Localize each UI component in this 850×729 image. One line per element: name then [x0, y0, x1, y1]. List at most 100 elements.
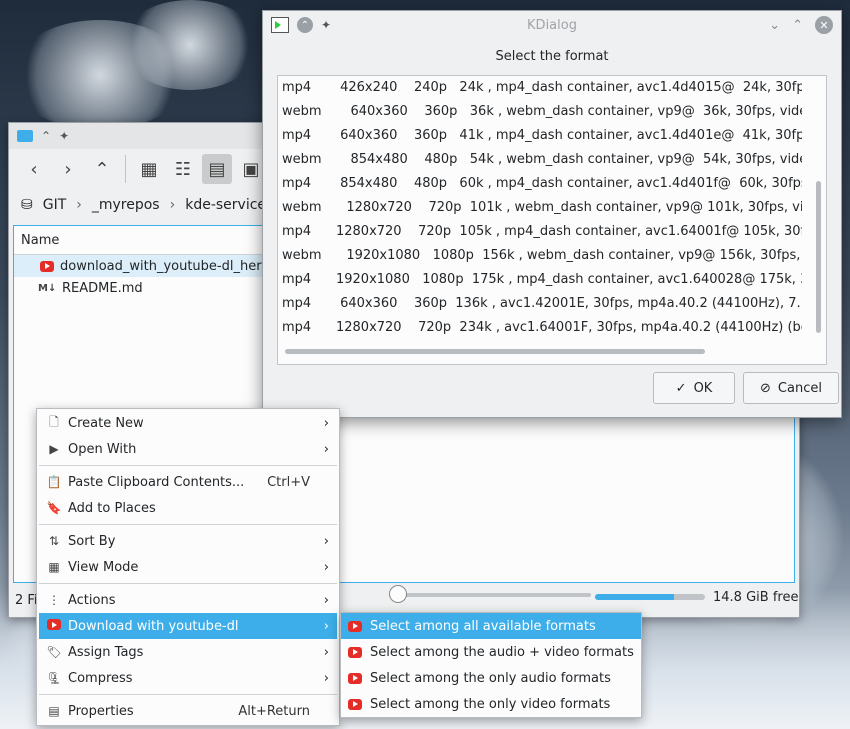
keep-above-icon[interactable]: ⌃: [41, 129, 51, 143]
context-menu: 🗋 Create New › ▶ Open With › 📋 Paste Cli…: [36, 408, 340, 726]
format-row[interactable]: webm 640x360 360p 36k , webm_dash contai…: [278, 100, 802, 124]
background-snow-tree: [120, 0, 260, 90]
up-icon[interactable]: ⌃: [87, 154, 117, 184]
menu-item-compress[interactable]: 🗜 Compress ›: [39, 665, 337, 691]
dialog-prompt: Select the format: [495, 49, 609, 64]
menu-item-properties[interactable]: ▤ Properties Alt+Return: [39, 698, 337, 724]
menu-item-label: Sort By: [68, 533, 116, 549]
submenu-item-label: Select among the only video formats: [370, 696, 611, 712]
menu-item-view-mode[interactable]: ▦ View Mode ›: [39, 554, 337, 580]
format-dialog: ⌃ ✦ KDialog ⌄ ⌃ ✕ Select the format mp4 …: [262, 10, 842, 418]
menu-item-paste[interactable]: 📋 Paste Clipboard Contents... Ctrl+V: [39, 469, 337, 495]
chevron-right-icon: ›: [323, 670, 329, 686]
format-row[interactable]: mp4 426x240 240p 24k , mp4_dash containe…: [278, 76, 802, 100]
menu-item-label: Assign Tags: [68, 644, 144, 660]
archive-icon: 🗜: [46, 671, 62, 685]
format-row[interactable]: mp4 1280x720 720p 105k , mp4_dash contai…: [278, 220, 802, 244]
menu-item-shortcut: Alt+Return: [238, 703, 310, 719]
menu-item-shortcut: Ctrl+V: [267, 474, 310, 490]
youtube-icon: [47, 619, 61, 630]
maximize-icon[interactable]: ⌃: [792, 18, 803, 33]
properties-icon: ▤: [48, 704, 60, 718]
free-space-text: 14.8 GiB free: [713, 590, 799, 605]
free-space-fill: [595, 594, 675, 600]
format-row[interactable]: webm 1920x1080 1080p 156k , webm_dash co…: [278, 244, 802, 268]
toolbar-separator: [125, 155, 126, 183]
menu-item-label: View Mode: [68, 559, 139, 575]
zoom-slider-handle[interactable]: [389, 585, 407, 603]
menu-separator: [39, 524, 337, 525]
breadcrumb-item[interactable]: _myrepos: [92, 197, 160, 213]
menu-item-label: Add to Places: [68, 500, 156, 516]
format-row[interactable]: mp4 1280x720 720p 234k , avc1.64001F, 30…: [278, 316, 802, 340]
format-row[interactable]: mp4 1920x1080 1080p 175k , mp4_dash cont…: [278, 268, 802, 292]
pin-icon[interactable]: ✦: [59, 129, 69, 143]
horizontal-scrollbar[interactable]: [285, 349, 705, 354]
more-vertical-icon: ⋮: [48, 593, 60, 607]
menu-item-download-youtube-dl[interactable]: Download with youtube-dl ›: [39, 613, 337, 639]
compact-view-icon[interactable]: ☷: [168, 154, 198, 184]
format-row[interactable]: mp4 854x480 480p 60k , mp4_dash containe…: [278, 172, 802, 196]
chevron-right-icon: ›: [323, 559, 329, 575]
youtube-icon: [348, 620, 362, 632]
back-icon[interactable]: ‹: [19, 154, 49, 184]
youtube-icon: [348, 698, 362, 710]
tag-icon: 🏷: [46, 645, 62, 659]
menu-separator: [39, 465, 337, 466]
submenu-item-label: Select among the audio + video formats: [370, 644, 634, 660]
format-row[interactable]: webm 1280x720 720p 101k , webm_dash cont…: [278, 196, 802, 220]
menu-item-assign-tags[interactable]: 🏷 Assign Tags ›: [39, 639, 337, 665]
submenu-item-audio-only[interactable]: Select among the only audio formats: [341, 665, 641, 691]
breadcrumb-item[interactable]: kde-service: [185, 197, 266, 213]
app-icon: [271, 17, 289, 33]
forward-icon[interactable]: ›: [53, 154, 83, 184]
menu-item-sort-by[interactable]: ⇅ Sort By ›: [39, 528, 337, 554]
submenu-item-label: Select among all available formats: [370, 618, 596, 634]
chevron-right-icon: ›: [323, 415, 329, 431]
pin-icon[interactable]: ✦: [321, 18, 331, 32]
menu-item-actions[interactable]: ⋮ Actions ›: [39, 587, 337, 613]
menu-item-label: Download with youtube-dl: [68, 618, 239, 634]
breadcrumb-item[interactable]: GIT: [43, 197, 67, 213]
submenu-item-video-only[interactable]: Select among the only video formats: [341, 691, 641, 717]
menu-item-open-with[interactable]: ▶ Open With ›: [39, 436, 337, 462]
submenu-item-all-formats[interactable]: Select among all available formats: [341, 613, 641, 639]
youtube-icon: [348, 672, 362, 684]
menu-item-label: Create New: [68, 415, 144, 431]
new-file-icon: 🗋: [49, 414, 59, 429]
format-list[interactable]: mp4 426x240 240p 24k , mp4_dash containe…: [277, 75, 827, 365]
minimize-icon[interactable]: ⌄: [769, 18, 780, 33]
drive-icon[interactable]: ⛁: [21, 197, 33, 213]
format-row[interactable]: webm 854x480 480p 54k , webm_dash contai…: [278, 148, 802, 172]
check-icon: ✓: [675, 380, 687, 396]
vertical-scrollbar[interactable]: [816, 181, 821, 333]
youtube-icon-wrap: [45, 619, 63, 633]
menu-item-label: Compress: [68, 670, 133, 686]
bookmark-icon: 🔖: [46, 501, 62, 515]
chevron-right-icon: ›: [323, 618, 329, 634]
format-row[interactable]: mp4 640x360 360p 136k , avc1.42001E, 30f…: [278, 292, 802, 316]
menu-item-create-new[interactable]: 🗋 Create New ›: [39, 410, 337, 436]
cancel-label: Cancel: [777, 380, 822, 396]
details-view-icon[interactable]: ▤: [202, 154, 232, 184]
folder-icon: [17, 130, 33, 142]
dialog-titlebar: ⌃ ✦ KDialog ⌄ ⌃ ✕: [263, 11, 841, 39]
chevron-right-icon: ›: [169, 197, 176, 213]
cancel-button[interactable]: ⊘ Cancel: [743, 372, 839, 404]
menu-item-add-to-places[interactable]: 🔖 Add to Places: [39, 495, 337, 521]
status-text: 2 Fi: [15, 592, 38, 608]
keep-above-icon[interactable]: ⌃: [297, 17, 313, 33]
chevron-right-icon: ›: [323, 441, 329, 457]
zoom-slider[interactable]: [389, 585, 591, 603]
close-icon[interactable]: ✕: [815, 16, 833, 34]
ok-button[interactable]: ✓ OK: [653, 372, 735, 404]
submenu-item-audio-video[interactable]: Select among the audio + video formats: [341, 639, 641, 665]
ok-label: OK: [693, 380, 713, 396]
format-row[interactable]: mp4 640x360 360p 41k , mp4_dash containe…: [278, 124, 802, 148]
markdown-icon: M↓: [38, 282, 57, 294]
icons-view-icon[interactable]: ▦: [134, 154, 164, 184]
youtube-icon: [348, 646, 362, 658]
free-space-bar: [595, 594, 705, 600]
cancel-icon: ⊘: [760, 380, 771, 396]
view-mode-icon: ▦: [48, 560, 60, 574]
